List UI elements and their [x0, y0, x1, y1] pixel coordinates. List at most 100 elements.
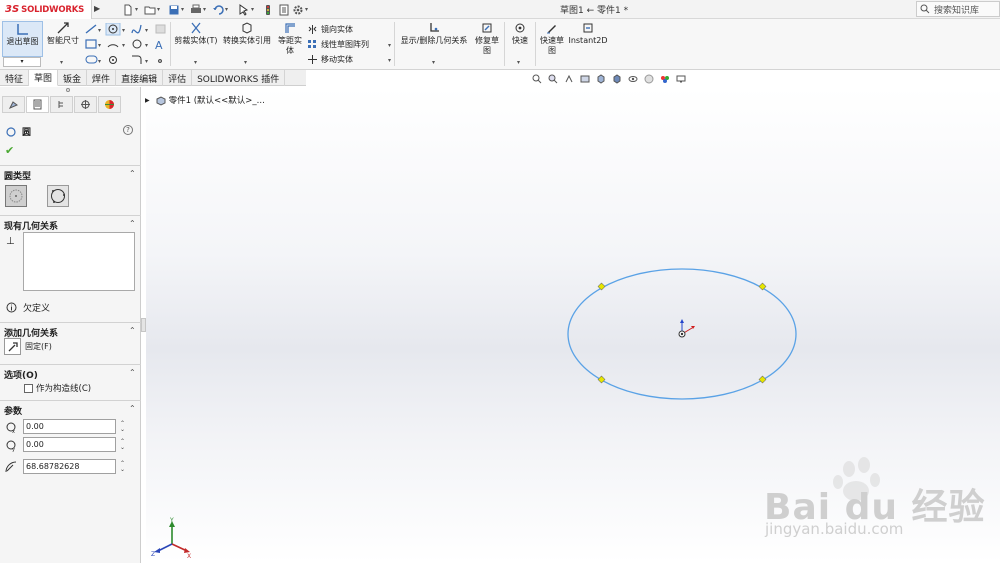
move-entities-button[interactable]: 移动实体: [307, 54, 353, 65]
zoom-to-area-icon[interactable]: [548, 74, 558, 84]
instant2d-button[interactable]: Instant2D: [568, 21, 608, 46]
tab-weldments[interactable]: 焊件: [87, 70, 117, 86]
center-y-input[interactable]: 0.00: [23, 437, 116, 452]
view-orientation-icon[interactable]: [596, 74, 606, 84]
linear-pattern-dropdown[interactable]: ▾: [388, 42, 391, 49]
apply-scene-icon[interactable]: [660, 74, 670, 84]
file-properties-button[interactable]: [278, 3, 290, 16]
rapid-sketch-button[interactable]: 快速草 图: [538, 21, 566, 56]
origin-icon: [678, 319, 695, 338]
smart-dimension-dropdown[interactable]: ▾: [60, 59, 63, 66]
panel-handle-icon[interactable]: [66, 88, 70, 92]
perimeter-circle-button[interactable]: [47, 185, 69, 207]
hide-show-items-icon[interactable]: [628, 74, 638, 84]
radius-input[interactable]: 68.68782628: [23, 459, 116, 474]
chevron-up-icon[interactable]: ⌃: [129, 368, 136, 377]
tab-sketch[interactable]: 草图: [29, 70, 59, 86]
circle-icon: [6, 126, 16, 137]
move-label: 移动实体: [321, 55, 353, 64]
undo-button[interactable]: ▾: [212, 3, 228, 16]
exit-sketch-dropdown[interactable]: ▾: [3, 57, 41, 67]
convert-dropdown[interactable]: ▾: [244, 59, 247, 66]
center-y-spinner[interactable]: ⌃ ⌄: [120, 438, 125, 451]
section-view-icon[interactable]: [580, 74, 590, 84]
radius-spinner[interactable]: ⌃ ⌄: [120, 460, 125, 473]
zoom-to-fit-icon[interactable]: [532, 74, 542, 84]
ribbon-separator: [504, 22, 505, 66]
svg-text:▾: ▾: [98, 27, 101, 34]
radius-icon: [5, 461, 17, 472]
display-manager-tab[interactable]: [98, 96, 121, 113]
dimxpert-manager-tab[interactable]: [74, 96, 97, 113]
tab-features[interactable]: 特征: [0, 70, 30, 86]
undo-icon: [213, 4, 224, 15]
tab-direct-editing[interactable]: 直接编辑: [116, 70, 164, 86]
previous-view-icon[interactable]: [564, 74, 574, 84]
sketch-circle-canvas[interactable]: [560, 260, 805, 410]
solidworks-logo[interactable]: 3S SOLIDWORKS: [0, 0, 92, 19]
center-y-param: y 0.00 ⌃ ⌄: [4, 437, 125, 452]
search-box[interactable]: 搜索知识库: [916, 1, 1000, 17]
tab-solidworks-addins[interactable]: SOLIDWORKS 插件: [192, 70, 286, 86]
command-manager: 退出草图 ▾ 智能尺寸 ▾ ▾ ▾ ▾ ▾ ▾ ▾ A ▾ ▾ 剪裁实体(T) …: [0, 19, 1000, 70]
select-button[interactable]: ▾: [238, 3, 254, 16]
linear-pattern-button[interactable]: 线性草图阵列: [307, 39, 369, 50]
open-button[interactable]: ▾: [144, 3, 160, 16]
fix-relation-button[interactable]: [4, 338, 21, 355]
offset-entities-button[interactable]: 等距实 体: [276, 21, 304, 56]
quick-snaps-dropdown[interactable]: ▾: [517, 59, 520, 66]
repair-label-1: 修复草: [475, 36, 499, 45]
center-x-spinner[interactable]: ⌃ ⌄: [120, 420, 125, 433]
ok-checkmark-icon[interactable]: ✔: [5, 144, 14, 157]
feature-manager-tab[interactable]: [2, 96, 25, 113]
chevron-up-icon[interactable]: ⌃: [129, 219, 136, 228]
center-y-icon: y: [6, 440, 16, 452]
trim-dropdown[interactable]: ▾: [194, 59, 197, 66]
parameters-section: 参数 ⌃ x 0.00 ⌃ ⌄ y 0.00 ⌃ ⌄ 68.68782628 ⌃ ⌄: [0, 400, 141, 485]
print-button[interactable]: ▾: [190, 3, 206, 16]
expand-arrow-icon[interactable]: ▶: [145, 97, 150, 104]
center-x-input[interactable]: 0.00: [23, 419, 116, 434]
menu-expand-icon[interactable]: ▶: [94, 4, 102, 15]
tab-sheet-metal[interactable]: 钣金: [58, 70, 88, 86]
tab-evaluate[interactable]: 评估: [163, 70, 193, 86]
quick-snaps-button[interactable]: 快速: [508, 21, 532, 46]
smart-dimension-button[interactable]: 智能尺寸: [45, 21, 81, 46]
property-manager-tab[interactable]: [26, 96, 49, 113]
construction-geometry-checkbox[interactable]: 作为构造线(C): [24, 382, 91, 394]
radius-param: 68.68782628 ⌃ ⌄: [4, 459, 125, 474]
ribbon-separator: [394, 22, 395, 66]
relations-list[interactable]: [23, 232, 135, 291]
rebuild-button[interactable]: [262, 3, 274, 16]
rectangle-icon: [85, 39, 97, 49]
move-dropdown[interactable]: ▾: [388, 57, 391, 64]
chevron-up-icon[interactable]: ⌃: [129, 404, 136, 413]
svg-text:▾: ▾: [145, 42, 148, 49]
trim-entities-button[interactable]: 剪裁实体(T): [174, 21, 218, 46]
center-circle-button[interactable]: [5, 185, 27, 207]
circle-type-section: 圆类型 ⌃: [0, 165, 141, 215]
repair-sketch-button[interactable]: 修复草 图: [473, 21, 501, 56]
center-x-icon: x: [6, 422, 16, 434]
exit-sketch-button[interactable]: 退出草图: [2, 21, 43, 57]
triad-x-label: X: [187, 553, 191, 560]
chevron-up-icon[interactable]: ⌃: [129, 169, 136, 178]
convert-entities-button[interactable]: 转换实体引用: [221, 21, 273, 46]
save-button[interactable]: ▾: [168, 3, 184, 16]
sketch-tools-icon-grid[interactable]: ▾ ▾ ▾ ▾ ▾ ▾ A ▾ ▾: [84, 23, 174, 67]
mirror-entities-button[interactable]: 镜向实体: [307, 24, 353, 35]
view-settings-icon[interactable]: [676, 74, 686, 84]
new-document-button[interactable]: ▾: [122, 3, 138, 16]
display-style-icon[interactable]: [612, 74, 622, 84]
checkbox-box[interactable]: [24, 383, 33, 393]
chevron-up-icon[interactable]: ⌃: [129, 326, 136, 335]
document-title: 草图1 ← 零件1 *: [560, 6, 629, 16]
search-icon: [920, 4, 930, 14]
configuration-manager-tab[interactable]: [50, 96, 73, 113]
options-button[interactable]: ▾: [292, 3, 308, 16]
edit-appearance-icon[interactable]: [644, 74, 654, 84]
display-delete-relations-button[interactable]: 显示/删除几何关系: [398, 21, 470, 46]
feature-tree-flyout[interactable]: ▶ 零件1 (默认<<默认>_...: [145, 94, 265, 106]
help-button[interactable]: ?: [123, 125, 133, 135]
relations-dropdown[interactable]: ▾: [432, 59, 435, 66]
